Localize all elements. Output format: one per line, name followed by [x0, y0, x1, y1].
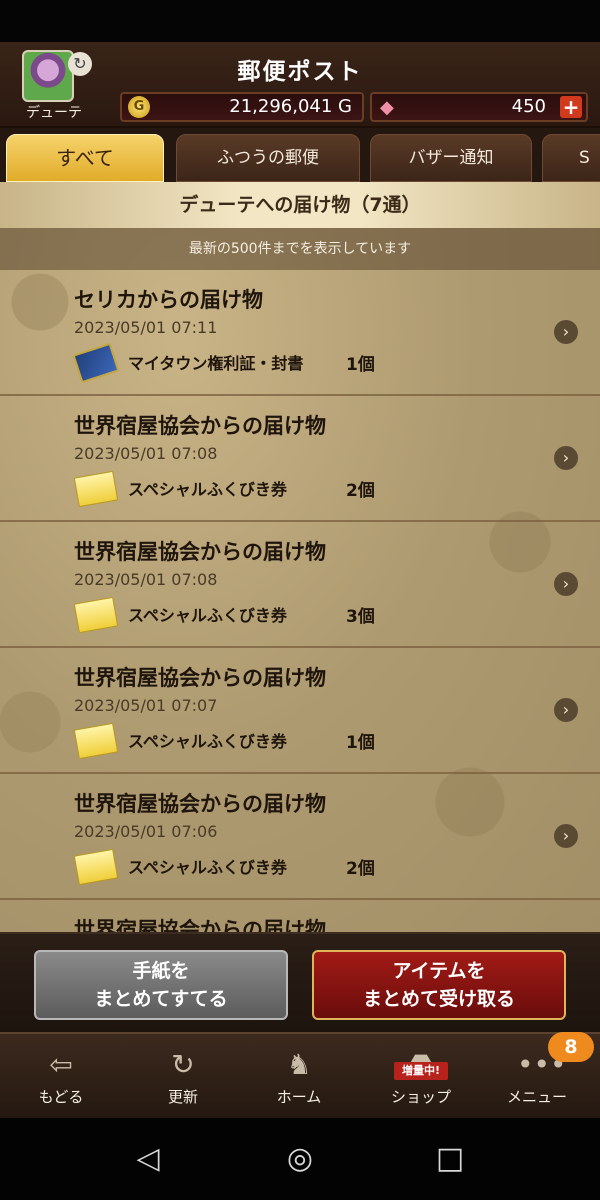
chevron-right-icon[interactable]: › [554, 698, 578, 722]
receive-label-line1: アイテムを [392, 960, 486, 982]
mail-title: セリカからの届け物 [74, 288, 263, 312]
gem-value: 450 [511, 96, 546, 117]
tab-bazaar-notice[interactable]: バザー通知 [370, 134, 532, 182]
mail-title: 世界宿屋協会からの届け物 [74, 540, 326, 564]
back-arrow-icon: ⇦ [49, 1048, 73, 1081]
gold-value: 21,296,041 G [229, 96, 352, 117]
chevron-right-icon[interactable]: › [554, 446, 578, 470]
receive-label-line2: まとめて受け取る [362, 988, 515, 1010]
bulk-action-bar: 手紙を まとめてすてる アイテムを まとめて受け取る [0, 932, 600, 1032]
nav-refresh[interactable]: ↻ 更新 [128, 1042, 238, 1118]
player-name: デューテ [26, 105, 82, 121]
mail-row[interactable]: 世界宿屋協会からの届け物 [0, 900, 600, 932]
chevron-right-icon[interactable]: › [554, 572, 578, 596]
mail-item-name: スペシャルふくびき券 [128, 606, 287, 625]
switch-character-icon[interactable]: ↻ [68, 52, 92, 76]
mail-list-area: デューテへの届け物（7通） 最新の500件までを表示しています セリカからの届け… [0, 182, 600, 932]
nav-menu-label: メニュー [506, 1088, 567, 1106]
display-limit-notice: 最新の500件までを表示しています [0, 228, 600, 270]
receive-all-button[interactable]: アイテムを まとめて受け取る [312, 950, 566, 1020]
system-nav-bar: ◁ ◎ □ [0, 1118, 600, 1200]
mail-item-name: マイタウン権利証・封書 [128, 354, 304, 373]
chevron-right-icon[interactable]: › [554, 824, 578, 848]
mail-item-name: スペシャルふくびき券 [128, 732, 287, 751]
bottom-nav: ⇦ もどる ↻ 更新 ♞ ホーム ⬣ 増量中! ショップ ••• メニュー [0, 1032, 600, 1118]
mail-date: 2023/05/01 07:11 [74, 318, 218, 337]
discard-label-line1: 手紙を [132, 960, 190, 982]
mail-date: 2023/05/01 07:07 [74, 696, 218, 715]
discard-all-button[interactable]: 手紙を まとめてすてる [34, 950, 288, 1020]
mail-item-qty: 3個 [346, 607, 375, 627]
lottery-ticket-icon [73, 596, 119, 634]
lottery-ticket-icon [73, 470, 119, 508]
tab-s[interactable]: S [542, 134, 600, 182]
page-title: 郵便ポスト [237, 59, 363, 85]
back-triangle-icon[interactable]: ◁ [118, 1136, 178, 1182]
home-circle-icon[interactable]: ◎ [270, 1136, 330, 1182]
menu-badge: 8 [548, 1032, 594, 1062]
nav-refresh-label: 更新 [167, 1088, 198, 1106]
mail-title: 世界宿屋協会からの届け物 [74, 918, 326, 932]
mail-item-qty: 1個 [346, 355, 375, 375]
tab-all[interactable]: すべて [6, 134, 164, 182]
mail-item-qty: 1個 [346, 733, 375, 753]
mail-tabs: すべて ふつうの郵便 バザー通知 S [0, 128, 600, 182]
home-monster-icon: ♞ [286, 1048, 312, 1081]
mail-date: 2023/05/01 07:08 [74, 570, 218, 589]
nav-home-label: ホーム [276, 1088, 322, 1106]
lottery-ticket-icon [73, 722, 119, 760]
add-gems-button[interactable]: + [560, 96, 582, 118]
tab-regular-mail[interactable]: ふつうの郵便 [176, 134, 360, 182]
mail-row[interactable]: 世界宿屋協会からの届け物 2023/05/01 07:07 スペシャルふくびき券… [0, 648, 600, 774]
shop-tag: 増量中! [394, 1062, 448, 1080]
gem-icon: ◆ [380, 97, 394, 118]
gem-display: ◆ 450 + [370, 92, 588, 122]
nav-shop-label: ショップ [390, 1088, 451, 1106]
chevron-right-icon[interactable]: › [554, 320, 578, 344]
mail-title: 世界宿屋協会からの届け物 [74, 792, 326, 816]
mail-title: 世界宿屋協会からの届け物 [74, 414, 326, 438]
discard-label-line2: まとめてすてる [94, 988, 228, 1010]
lottery-ticket-icon [73, 848, 119, 886]
nav-back[interactable]: ⇦ もどる [6, 1042, 116, 1118]
mail-row[interactable]: セリカからの届け物 2023/05/01 07:11 マイタウン権利証・封書 1… [0, 270, 600, 396]
nav-back-label: もどる [38, 1088, 84, 1106]
avatar[interactable] [22, 50, 74, 102]
recents-square-icon[interactable]: □ [420, 1136, 480, 1182]
deed-scroll-icon [72, 342, 120, 384]
mail-row[interactable]: 世界宿屋協会からの届け物 2023/05/01 07:08 スペシャルふくびき券… [0, 396, 600, 522]
inbox-heading: デューテへの届け物（7通） [0, 182, 600, 228]
mail-item-qty: 2個 [346, 481, 375, 501]
mail-item-qty: 2個 [346, 859, 375, 879]
status-bar [0, 0, 600, 42]
mail-item-name: スペシャルふくびき券 [128, 858, 287, 877]
nav-shop[interactable]: ⬣ 増量中! ショップ [366, 1042, 476, 1118]
mail-row[interactable]: 世界宿屋協会からの届け物 2023/05/01 07:08 スペシャルふくびき券… [0, 522, 600, 648]
mail-date: 2023/05/01 07:08 [74, 444, 218, 463]
header: ↻ デューテ 郵便ポスト G 21,296,041 G ◆ 450 + [0, 42, 600, 128]
mail-item-name: スペシャルふくびき券 [128, 480, 287, 499]
mail-date: 2023/05/01 07:06 [74, 822, 218, 841]
gold-display: G 21,296,041 G [120, 92, 364, 122]
mail-row[interactable]: 世界宿屋協会からの届け物 2023/05/01 07:06 スペシャルふくびき券… [0, 774, 600, 900]
refresh-icon: ↻ [171, 1048, 195, 1081]
mail-title: 世界宿屋協会からの届け物 [74, 666, 326, 690]
nav-home[interactable]: ♞ ホーム [244, 1042, 354, 1118]
gold-coin-icon: G [128, 96, 150, 118]
